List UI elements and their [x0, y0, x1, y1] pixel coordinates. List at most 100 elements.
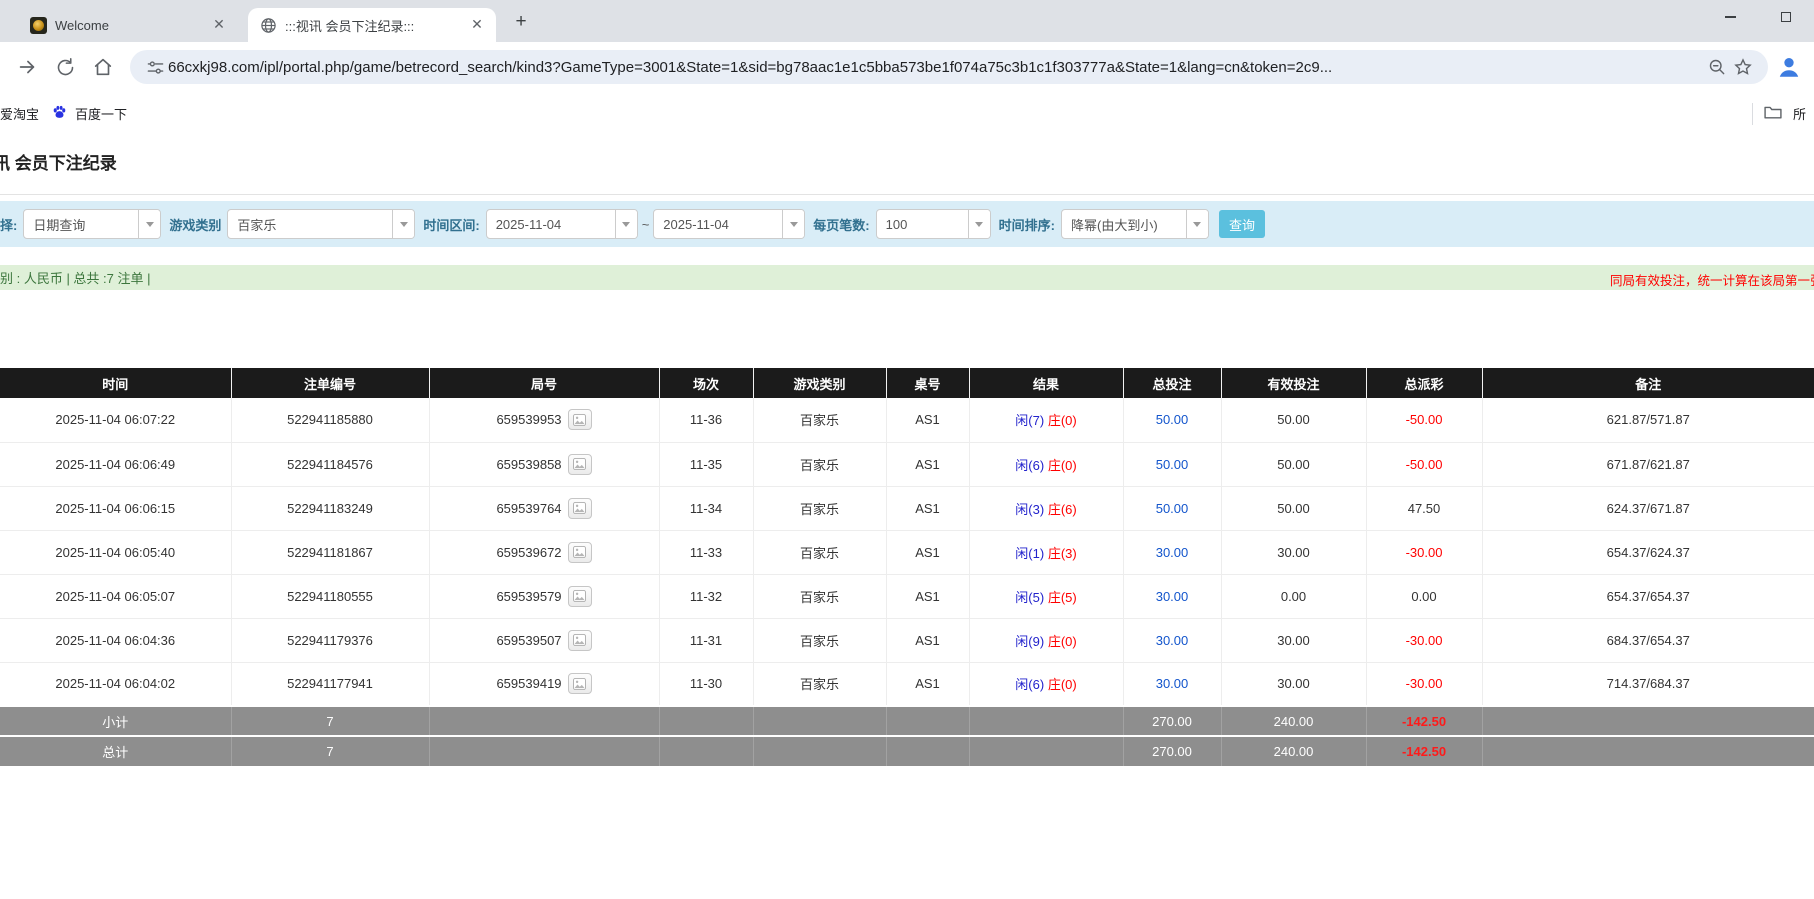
result-banker: 庄(0) — [1047, 633, 1077, 649]
site-settings-icon[interactable] — [142, 54, 168, 80]
tab-close-icon[interactable]: ✕ — [468, 16, 486, 34]
table-row: 2025-11-04 06:06:49 522941184576 6595398… — [0, 442, 1814, 487]
round-replay-button[interactable] — [567, 629, 592, 651]
cell-total-bet: 30.00 — [1123, 662, 1222, 707]
result-player: 闲(6) — [1015, 457, 1045, 473]
all-bookmarks-label[interactable]: 所 — [1793, 104, 1806, 123]
bookmarks-overflow: 所 — [1751, 92, 1806, 135]
game-type-select[interactable]: 百家乐 — [227, 209, 416, 239]
cell-bet-no: 522941184576 — [231, 442, 430, 487]
picture-icon — [573, 546, 586, 558]
cell-time: 2025-11-04 06:04:02 — [0, 662, 232, 707]
round-replay-button[interactable] — [567, 497, 592, 519]
minimize-button[interactable] — [1702, 0, 1758, 34]
chevron-down-icon[interactable] — [614, 210, 637, 238]
picture-icon — [573, 502, 586, 514]
total-bet-link[interactable]: 30.00 — [1156, 676, 1189, 691]
col-header-table-no: 桌号 — [886, 368, 970, 398]
summary-payout: -142.50 — [1366, 705, 1483, 736]
cell-game-type: 百家乐 — [753, 618, 887, 663]
zoom-out-icon[interactable] — [1704, 54, 1730, 80]
maximize-button[interactable] — [1758, 0, 1814, 34]
round-replay-button[interactable] — [567, 673, 592, 695]
total-bet-link[interactable]: 30.00 — [1156, 633, 1189, 648]
cell-game-type: 百家乐 — [753, 574, 887, 619]
tab-bet-records[interactable]: :::视讯 会员下注纪录::: ✕ — [248, 8, 496, 42]
chevron-down-icon[interactable] — [138, 210, 161, 238]
summary-empty — [969, 735, 1124, 766]
picture-icon — [573, 677, 586, 690]
date-from-input[interactable]: 2025-11-04 — [485, 209, 638, 239]
summary-valid-bet: 240.00 — [1221, 735, 1367, 766]
picture-icon — [573, 458, 586, 470]
round-replay-button[interactable] — [567, 409, 592, 431]
reload-button[interactable] — [50, 52, 80, 82]
bookmarks-divider — [1751, 102, 1753, 125]
chevron-down-icon[interactable] — [1185, 210, 1208, 238]
summary-empty — [429, 705, 660, 736]
sort-label: 时间排序: — [998, 217, 1055, 233]
summary-empty — [659, 735, 754, 766]
total-bet-link[interactable]: 50.00 — [1156, 457, 1189, 472]
round-replay-button[interactable] — [567, 585, 592, 607]
cell-session: 11-35 — [659, 442, 754, 487]
payout-value: -30.00 — [1405, 676, 1443, 692]
folder-icon[interactable] — [1763, 103, 1783, 124]
chevron-down-icon[interactable] — [782, 210, 805, 238]
profile-avatar[interactable] — [1776, 54, 1802, 80]
total-bet-link[interactable]: 50.00 — [1156, 501, 1189, 516]
new-tab-button[interactable]: + — [508, 9, 534, 35]
cell-valid-bet: 30.00 — [1221, 530, 1367, 575]
tab-welcome[interactable]: Welcome ✕ — [18, 8, 238, 42]
maximize-icon — [1781, 12, 1791, 22]
cell-remark: 714.37/684.37 — [1482, 662, 1814, 707]
col-header-round-no: 局号 — [429, 368, 660, 398]
result-player: 闲(5) — [1015, 589, 1045, 605]
reload-icon — [57, 57, 73, 75]
cell-bet-no: 522941179376 — [231, 618, 430, 663]
summary-total-bet: 270.00 — [1123, 735, 1222, 766]
sort-select[interactable]: 降幂(由大到小) — [1060, 209, 1209, 239]
total-bet-link[interactable]: 30.00 — [1156, 545, 1189, 560]
cell-total-bet: 50.00 — [1123, 398, 1222, 443]
summary-payout-value: -142.50 — [1401, 744, 1447, 759]
tab-title: :::视讯 会员下注纪录::: — [285, 18, 415, 34]
cell-valid-bet: 50.00 — [1221, 398, 1367, 443]
url-bar[interactable]: 66cxkj98.com/ipl/portal.php/game/betreco… — [130, 50, 1768, 84]
search-button[interactable]: 查询 — [1218, 210, 1265, 238]
payout-value: 0.00 — [1411, 588, 1437, 604]
payout-value: -30.00 — [1405, 544, 1443, 560]
cell-result: 闲(7) 庄(0) — [969, 398, 1124, 443]
bookmark-star-icon[interactable] — [1730, 54, 1756, 80]
home-button[interactable] — [88, 52, 118, 82]
cell-table-no: AS1 — [886, 442, 970, 487]
round-no-value: 659539507 — [496, 632, 562, 648]
tab-title: Welcome — [55, 17, 109, 33]
date-to-input[interactable]: 2025-11-04 — [653, 209, 806, 239]
summary-payout: -142.50 — [1366, 735, 1483, 766]
cell-payout: -30.00 — [1366, 662, 1483, 707]
cell-table-no: AS1 — [886, 662, 970, 707]
total-bet-link[interactable]: 50.00 — [1156, 412, 1189, 427]
chevron-down-icon[interactable] — [392, 210, 415, 238]
summary-valid-bet: 240.00 — [1221, 705, 1367, 736]
query-type-select[interactable]: 日期查询 — [23, 209, 162, 239]
tab-close-icon[interactable]: ✕ — [210, 16, 228, 34]
round-replay-button[interactable] — [567, 541, 592, 563]
round-replay-button[interactable] — [567, 453, 592, 475]
col-header-valid-bet: 有效投注 — [1221, 368, 1367, 398]
bookmark-baidu[interactable]: 百度一下 — [45, 100, 133, 128]
cell-session: 11-30 — [659, 662, 754, 707]
payout-value: 47.50 — [1407, 500, 1441, 516]
forward-button[interactable] — [12, 52, 42, 82]
summary-label: 小计 — [0, 705, 232, 736]
cell-table-no: AS1 — [886, 574, 970, 619]
total-bet-link[interactable]: 30.00 — [1156, 589, 1189, 604]
chevron-down-icon[interactable] — [967, 210, 990, 238]
picture-icon — [573, 413, 586, 426]
bookmark-aitaobao[interactable]: 爱淘宝 — [0, 100, 45, 127]
page-size-select[interactable]: 100 — [875, 209, 991, 239]
result-banker: 庄(5) — [1047, 589, 1077, 605]
cell-bet-no: 522941185880 — [231, 398, 430, 443]
url-text[interactable]: 66cxkj98.com/ipl/portal.php/game/betreco… — [168, 59, 1704, 76]
